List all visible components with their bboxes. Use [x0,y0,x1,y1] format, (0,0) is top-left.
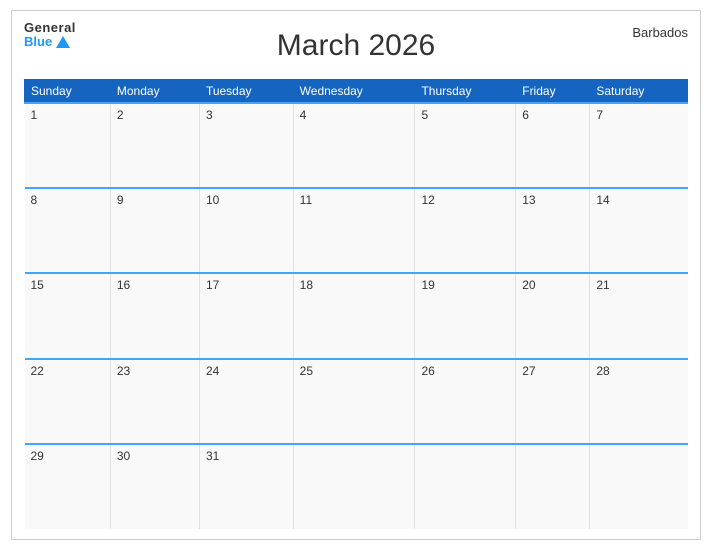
calendar-cell: 4 [293,103,415,188]
day-number: 29 [31,449,44,463]
header-saturday: Saturday [590,80,688,104]
day-number: 16 [117,278,130,292]
day-number: 31 [206,449,219,463]
calendar-cell: 14 [590,188,688,273]
calendar-cell: 20 [516,273,590,358]
country-label: Barbados [632,25,688,40]
day-number: 1 [31,108,38,122]
calendar-cell: 28 [590,359,688,444]
day-number: 30 [117,449,130,463]
calendar-cell [415,444,516,529]
day-number: 6 [522,108,529,122]
calendar-week-row: 29 30 31 [25,444,688,529]
calendar-cell: 2 [110,103,199,188]
day-number: 10 [206,193,219,207]
logo-blue-row: Blue [24,35,76,49]
day-number: 23 [117,364,130,378]
day-number: 11 [300,193,312,207]
calendar-grid: Sunday Monday Tuesday Wednesday Thursday… [24,79,688,529]
calendar-cell: 22 [25,359,111,444]
calendar-week-row: 8 9 10 11 12 13 14 [25,188,688,273]
day-number: 22 [31,364,44,378]
calendar: General Blue March 2026 Barbados Sunday … [11,10,701,540]
day-number: 18 [300,278,313,292]
logo-triangle-icon [56,36,70,48]
day-number: 13 [522,193,535,207]
day-number: 27 [522,364,535,378]
header-friday: Friday [516,80,590,104]
calendar-cell: 13 [516,188,590,273]
day-number: 21 [596,278,609,292]
day-number: 20 [522,278,535,292]
day-number: 7 [596,108,603,122]
calendar-cell: 19 [415,273,516,358]
calendar-cell: 9 [110,188,199,273]
day-number: 5 [421,108,428,122]
calendar-header: General Blue March 2026 Barbados [24,21,688,71]
calendar-cell: 27 [516,359,590,444]
calendar-title: March 2026 [277,29,435,63]
calendar-cell: 26 [415,359,516,444]
day-number: 19 [421,278,434,292]
calendar-cell: 30 [110,444,199,529]
header-thursday: Thursday [415,80,516,104]
calendar-week-row: 15 16 17 18 19 20 21 [25,273,688,358]
calendar-cell [590,444,688,529]
calendar-cell: 15 [25,273,111,358]
day-number: 25 [300,364,313,378]
day-number: 3 [206,108,213,122]
calendar-cell: 18 [293,273,415,358]
calendar-cell: 17 [199,273,293,358]
calendar-cell: 6 [516,103,590,188]
day-number: 4 [300,108,307,122]
calendar-cell: 7 [590,103,688,188]
calendar-cell: 3 [199,103,293,188]
calendar-cell: 12 [415,188,516,273]
day-number: 15 [31,278,44,292]
day-number: 28 [596,364,609,378]
logo-general-text: General [24,21,76,35]
calendar-cell: 1 [25,103,111,188]
calendar-cell: 21 [590,273,688,358]
day-number: 14 [596,193,609,207]
logo: General Blue [24,21,76,50]
calendar-cell: 16 [110,273,199,358]
calendar-cell: 25 [293,359,415,444]
calendar-week-row: 22 23 24 25 26 27 28 [25,359,688,444]
calendar-cell: 31 [199,444,293,529]
calendar-week-row: 1 2 3 4 5 6 7 [25,103,688,188]
day-number: 12 [421,193,434,207]
day-number: 9 [117,193,124,207]
header-sunday: Sunday [25,80,111,104]
calendar-cell: 10 [199,188,293,273]
calendar-cell [293,444,415,529]
day-number: 2 [117,108,124,122]
day-number: 26 [421,364,434,378]
calendar-cell: 23 [110,359,199,444]
calendar-cell: 5 [415,103,516,188]
logo-blue-text: Blue [24,35,52,49]
calendar-cell: 11 [293,188,415,273]
header-tuesday: Tuesday [199,80,293,104]
calendar-cell [516,444,590,529]
header-wednesday: Wednesday [293,80,415,104]
day-number: 24 [206,364,219,378]
weekday-header-row: Sunday Monday Tuesday Wednesday Thursday… [25,80,688,104]
calendar-cell: 24 [199,359,293,444]
header-monday: Monday [110,80,199,104]
day-number: 8 [31,193,38,207]
calendar-cell: 29 [25,444,111,529]
calendar-cell: 8 [25,188,111,273]
day-number: 17 [206,278,219,292]
